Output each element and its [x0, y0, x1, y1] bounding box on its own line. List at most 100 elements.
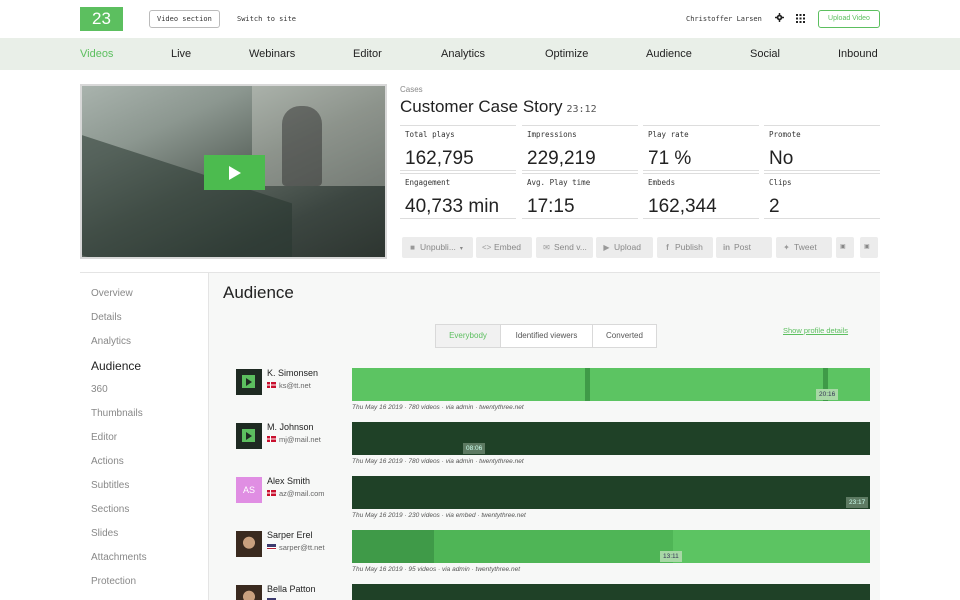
timeline-segment	[673, 530, 870, 563]
timeline-segment	[434, 530, 673, 563]
linkedin-post-button[interactable]: in Post	[716, 237, 772, 258]
switch-to-site-link[interactable]: Switch to site	[237, 10, 296, 28]
code-icon: <>	[482, 243, 492, 252]
avatar[interactable]	[236, 531, 262, 557]
timeline-segment	[352, 476, 870, 509]
nav-social[interactable]: Social	[750, 38, 780, 70]
gear-icon[interactable]	[775, 13, 784, 22]
viewer-meta: Thu May 16 2019 · 95 videos · via admin …	[352, 566, 521, 573]
panel-title: Audience	[223, 283, 294, 302]
stat-total-plays: Total plays 162,795	[400, 125, 516, 171]
send-video-button[interactable]: ✉ Send v...	[536, 237, 593, 258]
action-label: Embed	[494, 242, 521, 252]
show-profile-details-link[interactable]: Show profile details	[783, 326, 848, 335]
viewer-email-text: az@mail.com	[279, 489, 325, 498]
extra-action-button[interactable]: ▣	[836, 237, 854, 258]
apps-grid-icon[interactable]	[796, 14, 805, 23]
sidebar-item-actions[interactable]: Actions	[91, 456, 124, 467]
nav-live[interactable]: Live	[171, 38, 191, 70]
viewer-meta: Thu May 16 2019 · 780 videos · via admin…	[352, 404, 524, 411]
tweet-button[interactable]: ✦ Tweet	[776, 237, 832, 258]
filter-converted[interactable]: Converted	[592, 324, 657, 348]
facebook-publish-button[interactable]: f Publish	[657, 237, 713, 258]
sidebar-item-thumbnails[interactable]: Thumbnails	[91, 408, 143, 419]
viewer-name[interactable]: M. Johnson	[267, 422, 314, 432]
play-button-icon[interactable]	[204, 155, 265, 190]
sidebar-item-slides[interactable]: Slides	[91, 528, 118, 539]
nav-inbound[interactable]: Inbound	[838, 38, 878, 70]
viewer-name[interactable]: K. Simonsen	[267, 368, 318, 378]
avatar[interactable]	[236, 423, 262, 449]
filter-everybody[interactable]: Everybody	[435, 324, 501, 348]
viewer-name[interactable]: Bella Patton	[267, 584, 316, 594]
viewing-timeline[interactable]: 20:16	[352, 368, 870, 401]
viewer-name[interactable]: Sarper Erel	[267, 530, 313, 540]
lock-icon: ■	[410, 243, 415, 252]
sidebar-item-attachments[interactable]: Attachments	[91, 552, 147, 563]
sidebar-item-sections[interactable]: Sections	[91, 504, 129, 515]
video-title: Customer Case Story 23:12	[400, 97, 597, 117]
stat-value: 40,733 min	[405, 196, 500, 217]
youtube-upload-button[interactable]: ▶ Upload	[596, 237, 653, 258]
avatar[interactable]	[236, 585, 262, 600]
twitter-icon: ✦	[783, 243, 790, 252]
action-label: Tweet	[794, 242, 817, 252]
viewer-email: mj@mail.net	[267, 435, 321, 444]
viewing-timeline[interactable]: 13:11	[352, 530, 870, 563]
stat-label: Engagement	[405, 178, 451, 187]
linkedin-icon: in	[722, 243, 731, 252]
action-label: Post	[734, 242, 752, 252]
video-category[interactable]: Cases	[400, 85, 423, 94]
sidebar-item-analytics[interactable]: Analytics	[91, 336, 131, 347]
brand-logo[interactable]: 23	[80, 7, 123, 31]
avatar[interactable]: AS	[236, 477, 262, 503]
viewing-timeline[interactable]	[352, 584, 870, 600]
denmark-flag-icon	[267, 382, 276, 388]
timeline-segment	[352, 530, 434, 563]
sidebar-item-subtitles[interactable]: Subtitles	[91, 480, 129, 491]
nav-audience[interactable]: Audience	[646, 38, 692, 70]
nav-videos[interactable]: Videos	[80, 38, 113, 70]
viewer-name[interactable]: Alex Smith	[267, 476, 310, 486]
timeline-segment	[585, 368, 590, 401]
sidebar-item-details[interactable]: Details	[91, 312, 122, 323]
denmark-flag-icon	[267, 490, 276, 496]
us-flag-icon	[267, 544, 276, 550]
viewer-meta: Thu May 16 2019 · 230 videos · via embed…	[352, 512, 526, 519]
viewing-timeline[interactable]: 08:06	[352, 422, 870, 455]
sidebar-item-editor[interactable]: Editor	[91, 432, 117, 443]
action-label: Publish	[675, 242, 703, 252]
stat-label: Play rate	[648, 130, 689, 139]
avatar[interactable]	[236, 369, 262, 395]
facebook-icon: f	[666, 243, 669, 252]
embed-button[interactable]: <> Embed	[476, 237, 532, 258]
stat-play-rate: Play rate 71 %	[643, 125, 759, 171]
video-section-button[interactable]: Video section	[149, 10, 220, 28]
stat-value: 229,219	[527, 148, 596, 169]
stat-label: Embeds	[648, 178, 676, 187]
stat-clips: Clips 2	[764, 173, 880, 219]
viewing-timeline[interactable]: 23:17	[352, 476, 870, 509]
stat-promote: Promote No	[764, 125, 880, 171]
filter-identified-viewers[interactable]: Identified viewers	[500, 324, 593, 348]
nav-editor[interactable]: Editor	[353, 38, 382, 70]
upload-video-button[interactable]: Upload Video	[818, 10, 880, 28]
thumbnail-person	[282, 106, 322, 186]
video-thumbnail[interactable]	[80, 84, 387, 259]
sidebar-item-360[interactable]: 360	[91, 384, 108, 395]
user-name[interactable]: Christoffer Larsen	[686, 10, 762, 28]
nav-analytics[interactable]: Analytics	[441, 38, 485, 70]
stat-value: 2	[769, 196, 780, 217]
sidebar-item-protection[interactable]: Protection	[91, 576, 136, 587]
sidebar-item-audience[interactable]: Audience	[91, 359, 141, 373]
nav-webinars[interactable]: Webinars	[249, 38, 295, 70]
sidebar-item-overview[interactable]: Overview	[91, 288, 133, 299]
unpublish-button[interactable]: ■ Unpubli... ▾	[402, 237, 473, 258]
small-23-icon: ▣	[840, 244, 846, 250]
action-label: Send v...	[554, 242, 587, 252]
viewer-email: ks@tt.net	[267, 381, 311, 390]
stat-avg-play-time: Avg. Play time 17:15	[522, 173, 638, 219]
stat-value: 162,344	[648, 196, 717, 217]
extra-action-button[interactable]: ▣	[860, 237, 878, 258]
nav-optimize[interactable]: Optimize	[545, 38, 588, 70]
